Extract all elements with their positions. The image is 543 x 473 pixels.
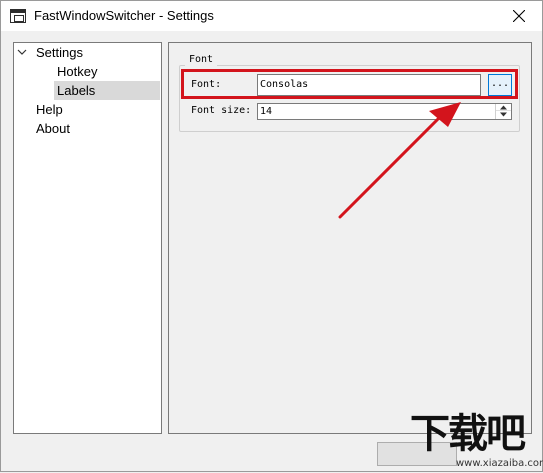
tree-item-labels[interactable]: Labels (54, 81, 160, 100)
tree-item-label: Settings (36, 45, 83, 60)
close-icon (513, 10, 525, 22)
settings-window: FastWindowSwitcher - Settings Settings H… (0, 0, 543, 472)
triangle-down-icon (500, 112, 507, 117)
tree-item-label: Help (36, 102, 63, 117)
close-button[interactable] (496, 1, 542, 31)
chevron-down-icon[interactable] (17, 47, 27, 57)
browse-font-button[interactable]: ... (488, 74, 512, 96)
font-label: Font: (191, 79, 222, 90)
window-title: FastWindowSwitcher - Settings (34, 8, 214, 23)
tree-item-label: Hotkey (57, 64, 98, 79)
tree-item-settings[interactable]: Settings (15, 43, 161, 62)
spin-down-button[interactable] (496, 111, 511, 118)
font-size-label: Font size: (191, 105, 252, 116)
tree-item-about[interactable]: About (15, 119, 161, 138)
spin-buttons (495, 104, 511, 119)
tree-item-label: About (36, 121, 70, 136)
watermark-url: www.xiazaiba.com (456, 458, 543, 469)
font-field[interactable]: Consolas (257, 74, 481, 96)
tree-item-label: Labels (57, 83, 96, 98)
spin-up-button[interactable] (496, 104, 511, 111)
triangle-up-icon (500, 105, 507, 110)
font-group-title: Font (185, 53, 218, 67)
title-bar[interactable]: FastWindowSwitcher - Settings (1, 1, 542, 31)
window-icon (10, 9, 26, 23)
dialog-button[interactable] (377, 442, 457, 466)
tree-item-help[interactable]: Help (15, 100, 161, 119)
settings-tree[interactable]: Settings Hotkey Labels Help About (13, 42, 162, 434)
tree-item-hotkey[interactable]: Hotkey (54, 62, 160, 81)
font-size-spinbox[interactable]: 14 (257, 103, 512, 120)
font-size-value: 14 (260, 106, 273, 117)
